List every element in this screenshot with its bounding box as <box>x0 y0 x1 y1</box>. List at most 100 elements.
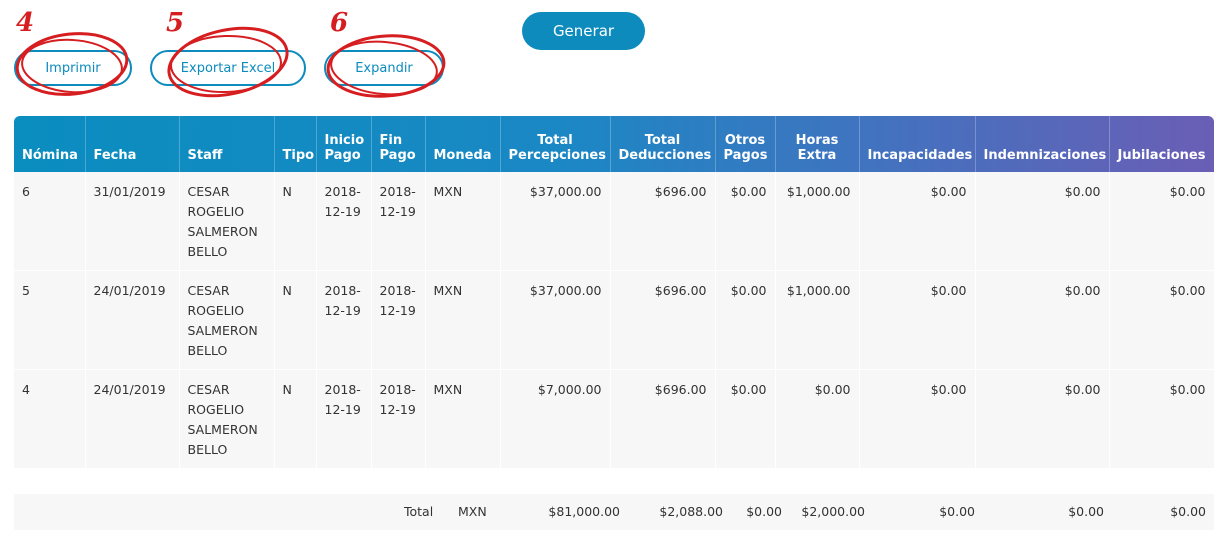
cell-staff: CESAR ROGELIO SALMERON BELLO <box>179 369 275 469</box>
cell-percepciones: $37,000.00 <box>500 172 611 271</box>
cell-fin-pago: 2018- 12-19 <box>371 270 426 370</box>
date-line: 2018- <box>324 382 361 397</box>
date-line: 12-19 <box>324 204 361 219</box>
cell-incapacidades: $0.00 <box>859 270 976 370</box>
payroll-table: Nómina Fecha Staff Tipo Inicio Pago Fin Pa… <box>14 116 1215 469</box>
cell-horas-extra: $0.00 <box>775 369 860 469</box>
header-percep-line2: Percepciones <box>508 148 607 163</box>
table-header-row: Nómina Fecha Staff Tipo Inicio Pago Fin Pa… <box>14 116 1214 172</box>
cell-percepciones: $37,000.00 <box>500 270 611 370</box>
cell-fecha: 24/01/2019 <box>85 270 180 370</box>
cell-incapacidades: $0.00 <box>859 369 976 469</box>
cell-jubilaciones: $0.00 <box>1109 369 1215 469</box>
header-nomina[interactable]: Nómina <box>14 116 86 172</box>
date-line: 2018- <box>324 184 361 199</box>
cell-moneda: MXN <box>425 369 501 469</box>
header-horas-line1: Horas <box>795 133 839 148</box>
cell-otros-pagos: $0.00 <box>715 369 776 469</box>
cell-jubilaciones: $0.00 <box>1109 172 1215 271</box>
cell-inicio-pago: 2018- 12-19 <box>316 369 372 469</box>
cell-fin-pago: 2018- 12-19 <box>371 369 426 469</box>
table-row[interactable]: 6 31/01/2019 CESAR ROGELIO SALMERON BELLO N… <box>14 172 1215 271</box>
cell-deducciones: $696.00 <box>610 369 716 469</box>
date-line: 2018- <box>379 283 416 298</box>
header-fecha[interactable]: Fecha <box>85 116 180 172</box>
cell-moneda: MXN <box>425 270 501 370</box>
annotation-number-4: 4 <box>16 8 35 38</box>
cell-staff: CESAR ROGELIO SALMERON BELLO <box>179 270 275 370</box>
header-otros-pagos[interactable]: Otros Pagos <box>715 116 776 172</box>
staff-line: CESAR <box>187 283 230 298</box>
header-otros-line1: Otros <box>724 133 766 148</box>
staff-line: BELLO <box>187 244 228 259</box>
table-row[interactable]: 4 24/01/2019 CESAR ROGELIO SALMERON BELLO N… <box>14 369 1215 469</box>
cell-inicio-pago: 2018- 12-19 <box>316 270 372 370</box>
staff-line: CESAR <box>187 184 230 199</box>
generate-button[interactable]: Generar <box>522 12 645 50</box>
total-otros-pagos: $0.00 <box>746 504 782 519</box>
total-label: Total <box>404 504 434 519</box>
cell-tipo: N <box>274 270 317 370</box>
cell-otros-pagos: $0.00 <box>715 270 776 370</box>
date-line: 12-19 <box>324 402 361 417</box>
date-line: 12-19 <box>379 204 416 219</box>
total-indemnizaciones: $0.00 <box>1068 504 1104 519</box>
cell-nomina: 4 <box>14 369 86 469</box>
staff-line: CESAR <box>187 382 230 397</box>
total-percepciones: $81,000.00 <box>548 504 620 519</box>
date-line: 12-19 <box>379 402 416 417</box>
annotation-number-5: 5 <box>166 8 185 38</box>
header-fin-pago[interactable]: Fin Pago <box>371 116 426 172</box>
cell-otros-pagos: $0.00 <box>715 172 776 271</box>
date-line: 2018- <box>379 184 416 199</box>
header-fin-line1: Fin <box>379 133 403 148</box>
cell-indemnizaciones: $0.00 <box>975 172 1110 271</box>
cell-indemnizaciones: $0.00 <box>975 270 1110 370</box>
cell-horas-extra: $1,000.00 <box>775 172 860 271</box>
expand-button[interactable]: Expandir <box>324 50 444 86</box>
header-total-deducciones[interactable]: Total Deducciones <box>610 116 716 172</box>
header-indemnizaciones[interactable]: Indemnizaciones <box>975 116 1110 172</box>
totals-row: Total MXN $81,000.00 $2,088.00 $0.00 $2,… <box>14 494 1214 530</box>
cell-tipo: N <box>274 369 317 469</box>
cell-fecha: 24/01/2019 <box>85 369 180 469</box>
total-moneda: MXN <box>458 504 487 519</box>
header-inicio-pago[interactable]: Inicio Pago <box>316 116 372 172</box>
date-line: 12-19 <box>324 303 361 318</box>
staff-line: SALMERON <box>187 323 258 338</box>
header-tipo[interactable]: Tipo <box>274 116 317 172</box>
cell-deducciones: $696.00 <box>610 270 716 370</box>
cell-deducciones: $696.00 <box>610 172 716 271</box>
cell-moneda: MXN <box>425 172 501 271</box>
staff-line: BELLO <box>187 343 228 358</box>
staff-line: SALMERON <box>187 224 258 239</box>
header-total-percepciones[interactable]: Total Percepciones <box>500 116 611 172</box>
header-otros-line2: Pagos <box>723 148 768 163</box>
header-horas-line2: Extra <box>797 148 837 163</box>
cell-staff: CESAR ROGELIO SALMERON BELLO <box>179 172 275 271</box>
header-horas-extra[interactable]: Horas Extra <box>775 116 860 172</box>
header-inicio-line2: Pago <box>324 148 361 163</box>
header-inicio-line1: Inicio <box>324 133 365 148</box>
date-line: 2018- <box>379 382 416 397</box>
staff-line: BELLO <box>187 442 228 457</box>
cell-jubilaciones: $0.00 <box>1109 270 1215 370</box>
cell-incapacidades: $0.00 <box>859 172 976 271</box>
print-button[interactable]: Imprimir <box>14 50 132 86</box>
export-excel-button[interactable]: Exportar Excel <box>150 50 306 86</box>
date-line: 12-19 <box>379 303 416 318</box>
header-staff[interactable]: Staff <box>179 116 275 172</box>
annotation-number-6: 6 <box>330 8 349 38</box>
cell-indemnizaciones: $0.00 <box>975 369 1110 469</box>
header-moneda[interactable]: Moneda <box>425 116 501 172</box>
cell-nomina: 5 <box>14 270 86 370</box>
staff-line: ROGELIO <box>187 402 245 417</box>
header-jubilaciones[interactable]: Jubilaciones <box>1109 116 1214 172</box>
payroll-table-container: Nómina Fecha Staff Tipo Inicio Pago Fin Pa… <box>14 116 1215 469</box>
staff-line: ROGELIO <box>187 204 245 219</box>
staff-line: ROGELIO <box>187 303 245 318</box>
cell-fin-pago: 2018- 12-19 <box>371 172 426 271</box>
table-row[interactable]: 5 24/01/2019 CESAR ROGELIO SALMERON BELLO N… <box>14 270 1215 370</box>
header-incapacidades[interactable]: Incapacidades <box>859 116 976 172</box>
header-deduc-line2: Deducciones <box>618 148 712 163</box>
